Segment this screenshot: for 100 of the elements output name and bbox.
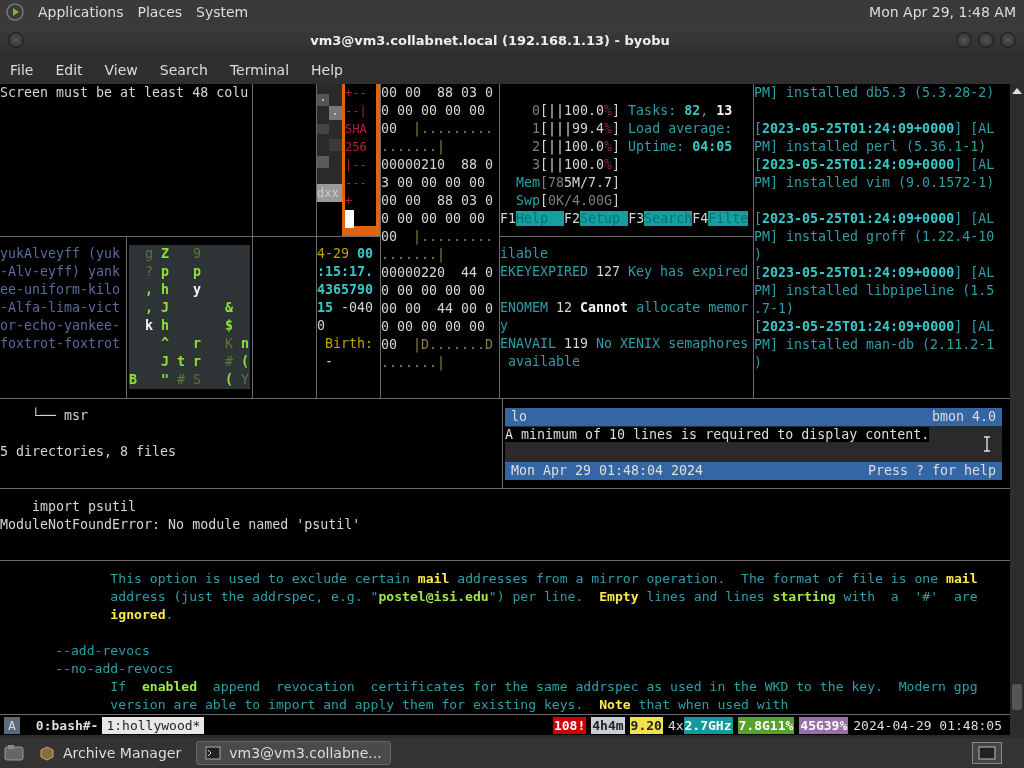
terminal-line: 0 [317, 317, 325, 335]
minimize-button[interactable] [956, 32, 972, 48]
terminal-line: --no-add-revocs [54, 660, 174, 678]
terminal-line: PM] installed man-db (2.11.2-1 [754, 336, 995, 354]
status-item: 4h4m [591, 716, 625, 734]
menu-item[interactable]: Terminal [229, 62, 290, 78]
terminal-line: Screen must be at least 48 colu [0, 84, 249, 102]
help-hint: Press ? for help [867, 462, 996, 480]
frame-text: SHA [345, 121, 368, 138]
terminal-line: ) [754, 354, 762, 372]
terminal-line: ENOMEM 12 Cannot allocate memor [500, 299, 749, 317]
interface-name: lo [511, 408, 527, 426]
terminal-line: ENAVAIL 119 No XENIX semaphores [500, 335, 749, 353]
terminal-line: import psutil [31, 498, 137, 516]
terminal-line: 4-29 00 [317, 245, 374, 263]
terminal-line: g Z 9 [144, 245, 202, 263]
terminal-line: 00 00 88 03 0 [381, 84, 494, 102]
terminal-line: EKEYEXPIRED 127 Key has expired [500, 263, 749, 281]
terminal-line: ) [754, 246, 762, 264]
terminal-line: [2023-05-25T01:24:09+0000] [AL [754, 156, 995, 174]
terminal-line: ^ r K n [160, 335, 250, 353]
terminal-line: 2[||100.0%] Uptime: 04:05 [531, 138, 733, 156]
terminal-line: 0 00 00 00 00 [381, 210, 486, 228]
terminal-line: [2023-05-25T01:24:09+0000] [AL [754, 318, 995, 336]
menu-item[interactable]: View [104, 62, 138, 78]
terminal-line: y [500, 317, 508, 335]
status-item: 9.20 [629, 716, 663, 734]
terminal-line: J t r # ( [160, 353, 250, 371]
terminal-line: 00000210 88 0 [381, 156, 494, 174]
menu-logo-icon[interactable] [6, 3, 24, 21]
menu-item[interactable]: Help [311, 62, 343, 78]
panel-menu[interactable]: Applications [38, 4, 124, 20]
panel-clock[interactable]: Mon Apr 29, 1:48 AM [869, 4, 1016, 20]
terminal-line: ModuleNotFoundError: No module named 'psutil' [0, 516, 361, 534]
text-cursor-icon [983, 436, 991, 452]
terminal-line: └── msr [31, 407, 89, 425]
menu-item[interactable]: Edit [55, 62, 83, 78]
terminal-line: :15:17. [317, 263, 374, 281]
terminal-icon[interactable] [972, 742, 1002, 764]
terminal-line: , J & [144, 299, 234, 317]
taskbar-button[interactable]: vm3@vm3.collabne... [196, 741, 391, 765]
terminal-line: 3 00 00 00 00 [381, 174, 486, 192]
terminal-line: ignored. [109, 606, 174, 624]
taskbar-button[interactable]: Archive Manager [30, 741, 191, 765]
terminal-line: This option is used to exclude certain mail addresses from a mirror operation. The format of file is one mail [109, 570, 978, 588]
terminal-line: 5 directories, 8 files [0, 443, 177, 461]
session-label: A [4, 716, 20, 734]
terminal-line: -Alv-eyff) yank [0, 263, 121, 281]
terminal-line: 00000220 44 0 [381, 264, 494, 282]
terminal-line: 0 00 00 00 00 [381, 102, 486, 120]
status-item: 108! [552, 716, 587, 734]
terminal-line: PM] installed perl (5.36.1-1) [754, 138, 987, 156]
terminal-line: PM] installed groff (1.22.4-10 [754, 228, 995, 246]
status-clock: 2024-04-29 01:48:05 [853, 717, 1002, 733]
terminal-line: PM] installed vim (9.0.1572-1) [754, 174, 995, 192]
terminal-line: ee-uniform-kilo [0, 281, 121, 299]
terminal-line: Swp[0K/4.00G] [515, 192, 621, 210]
desktop-icon[interactable] [4, 744, 24, 762]
terminal-line: [2023-05-25T01:24:09+0000] [AL [754, 120, 995, 138]
close-button[interactable] [1000, 32, 1016, 48]
terminal-line: Mem[785M/7.7] [515, 174, 621, 192]
menu-item[interactable]: Search [159, 62, 208, 78]
panel-menu[interactable]: Places [137, 4, 183, 20]
terminal-line: 3[||100.0%] [531, 156, 621, 174]
panel-menu[interactable]: System [196, 4, 249, 20]
window-tab[interactable]: 1:hollywood* [102, 716, 205, 734]
terminal-line: --add-revocs [54, 642, 150, 660]
terminal-line: or-echo-yankee- [0, 317, 121, 335]
scrollbar[interactable] [1010, 84, 1024, 735]
status-item: 45G39% [799, 716, 849, 734]
status-text: 4x [667, 717, 684, 733]
menu-item[interactable]: File [10, 62, 34, 78]
terminal-line: version are able to import and apply them for existing keys. Note that when used with [109, 696, 789, 714]
terminal-line: Birth: [324, 335, 374, 353]
terminal-line: available [507, 353, 581, 371]
frame-text: --- [345, 175, 368, 192]
terminal-line: .......| [381, 354, 446, 372]
scroll-thumb[interactable] [1012, 684, 1022, 710]
terminal-line: 1[|||99.4%] Load average: [531, 120, 733, 138]
status-item: 2.7GHz [683, 716, 733, 734]
terminal-line: B " # S ( Y [129, 371, 250, 389]
frame-text: --| [345, 103, 368, 120]
terminal-line: 0 00 00 00 00 [381, 282, 486, 300]
window-menu-button[interactable] [8, 32, 24, 48]
frame-text: 256 [345, 139, 368, 156]
terminal-line: , h y [144, 281, 202, 299]
terminal-line: .......| [381, 246, 446, 264]
terminal-line: 0[||100.0%] Tasks: 82, 13 [531, 102, 733, 120]
terminal-icon [205, 745, 222, 761]
window-title: vm3@vm3.collabnet.local (192.168.1.13) - byobu [309, 32, 671, 48]
terminal-line: - [324, 353, 333, 371]
window-tab[interactable]: 0:bash#- [31, 716, 103, 734]
terminal-line: .......| [381, 138, 446, 156]
frame-text: |-- [345, 157, 368, 174]
terminal-line: PM] installed db5.3 (5.3.28-2) [754, 84, 995, 102]
terminal-line: yukAlveyff (yuk [0, 245, 121, 263]
version-label: bmon 4.0 [931, 408, 996, 426]
scroll-up-icon[interactable] [1012, 88, 1022, 94]
terminal-line: foxtrot-foxtrot [0, 335, 121, 353]
maximize-button[interactable] [978, 32, 994, 48]
